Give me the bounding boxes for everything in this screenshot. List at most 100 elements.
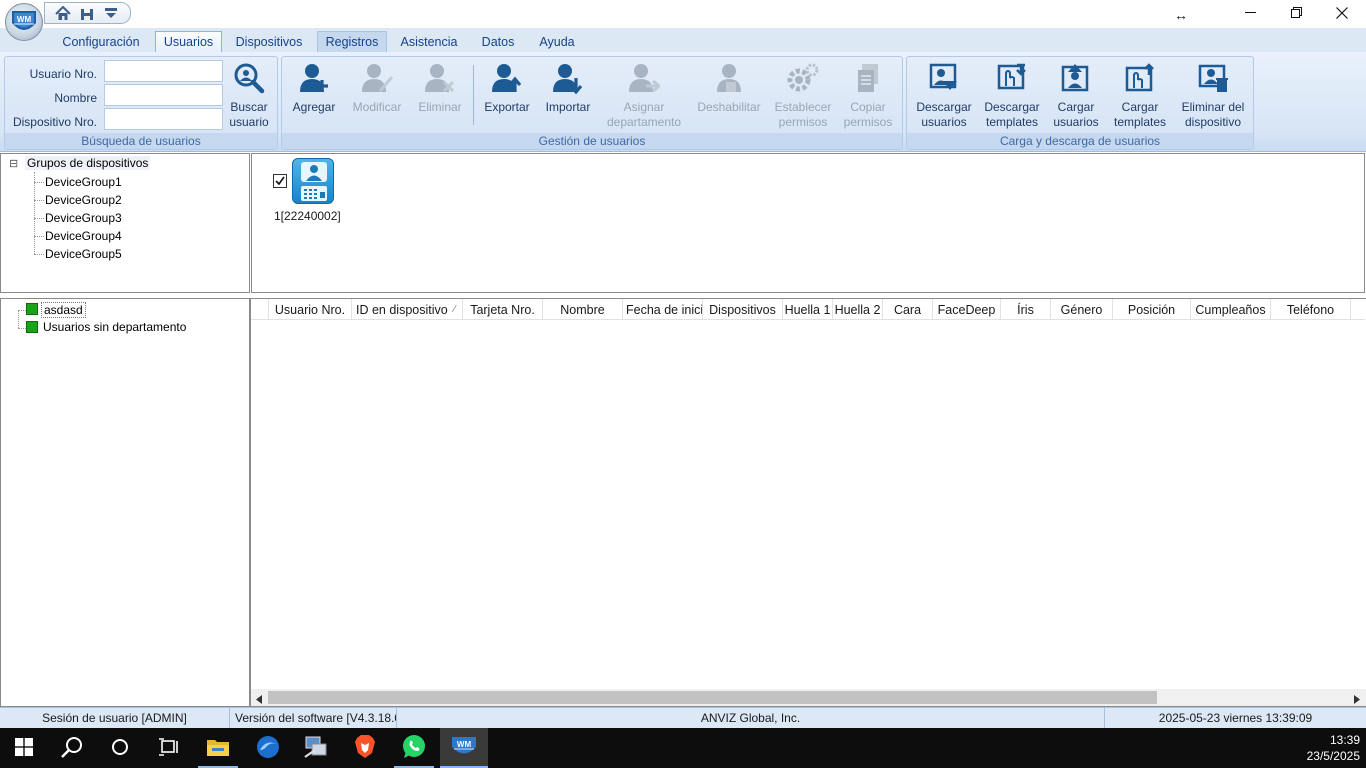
close-button[interactable]	[1319, 0, 1365, 28]
gear-icon	[786, 61, 820, 95]
column-header[interactable]: Teléfono	[1271, 299, 1351, 320]
tree-line	[18, 328, 26, 329]
delete-user-button[interactable]: Eliminar	[412, 61, 468, 133]
download-users-button[interactable]: Descargar usuarios	[913, 61, 975, 133]
column-header[interactable]: Nombre	[543, 299, 623, 320]
download-templates-button[interactable]: Descargar templates	[981, 61, 1043, 133]
row-header-corner	[251, 299, 269, 320]
copy-permissions-label: Copiar	[850, 100, 886, 114]
home-icon[interactable]	[53, 4, 73, 22]
windows-start-button[interactable]	[0, 728, 48, 768]
tab-dispositivos[interactable]: Dispositivos	[228, 31, 310, 52]
app-logo[interactable]: WM	[5, 3, 43, 41]
device-number-label: Dispositivo Nro.	[12, 115, 97, 129]
upload-users-button[interactable]: Cargar usuarios	[1047, 61, 1105, 133]
column-header[interactable]: FaceDeep	[933, 299, 1001, 320]
scrollbar-thumb[interactable]	[268, 691, 1157, 704]
brave-button[interactable]	[341, 728, 389, 768]
minimize-icon	[1244, 7, 1256, 21]
task-view-button[interactable]	[144, 728, 192, 768]
column-header[interactable]: ID en dispositivo ⁄	[352, 299, 463, 320]
tab-registros[interactable]: Registros	[317, 31, 387, 52]
device-terminal-icon[interactable]	[292, 158, 334, 204]
taskbar-clock[interactable]: 13:39 23/5/2025	[1290, 732, 1360, 764]
upload-templates-icon	[1123, 61, 1157, 95]
file-explorer-button[interactable]	[194, 728, 242, 768]
scroll-right-icon[interactable]	[1353, 693, 1361, 707]
ribbon-separator	[473, 65, 474, 125]
modify-user-button[interactable]: Modificar	[346, 61, 408, 133]
column-header[interactable]: Género	[1051, 299, 1113, 320]
search-user-button[interactable]: Buscar usuario	[225, 61, 273, 133]
search-user-label: Buscar	[230, 100, 268, 114]
column-header[interactable]: Íris	[1001, 299, 1051, 320]
copy-permissions-button[interactable]: Copiar permisos	[838, 61, 898, 133]
disable-user-button[interactable]: Deshabilitar	[692, 61, 766, 133]
device-group-item[interactable]: DeviceGroup1	[45, 175, 122, 189]
assign-department-button[interactable]: Asignar departamento	[600, 61, 688, 133]
download-templates-label-2: templates	[985, 115, 1039, 129]
user-number-input[interactable]	[104, 60, 223, 82]
column-header[interactable]: Huella 2	[833, 299, 883, 320]
add-user-button[interactable]: Agregar	[286, 61, 342, 133]
horizontal-scrollbar[interactable]	[251, 689, 1366, 706]
restore-button[interactable]	[1273, 0, 1319, 28]
device-group-item[interactable]: DeviceGroup3	[45, 211, 122, 225]
column-header[interactable]: Cumpleaños	[1191, 299, 1271, 320]
disable-user-icon	[712, 61, 746, 95]
upload-templates-button[interactable]: Cargar templates	[1109, 61, 1171, 133]
column-header[interactable]: Usuario Nro.	[269, 299, 352, 320]
title-bar: WM ↔	[0, 0, 1366, 41]
ribbon: Usuario Nro. Nombre Dispositivo Nro. Bus…	[0, 52, 1366, 152]
device-tree-root[interactable]: Grupos de dispositivos	[25, 156, 151, 170]
task-view-icon	[158, 737, 178, 759]
column-header[interactable]: Dispositivos	[703, 299, 783, 320]
network-app-button[interactable]	[292, 728, 340, 768]
delete-from-device-button[interactable]: Eliminar del dispositivo	[1177, 61, 1249, 133]
set-permissions-button[interactable]: Establecer permisos	[770, 61, 836, 133]
download-templates-icon	[995, 61, 1029, 95]
export-button[interactable]: Exportar	[478, 61, 536, 133]
device-group-item[interactable]: DeviceGroup2	[45, 193, 122, 207]
session-status: Sesión de usuario [ADMIN]	[0, 708, 230, 728]
column-header[interactable]: Fecha de inicio	[623, 299, 703, 320]
anviz-app-button[interactable]: WM	[440, 728, 488, 768]
sort-indicator-icon: ⁄	[453, 304, 456, 315]
department-color-icon	[26, 321, 38, 333]
user-grid	[250, 298, 1366, 707]
whatsapp-button[interactable]	[390, 728, 438, 768]
tab-asistencia[interactable]: Asistencia	[393, 31, 465, 52]
taskbar-search-button[interactable]	[48, 728, 96, 768]
download-users-icon	[927, 61, 961, 95]
tab-usuarios[interactable]: Usuarios	[155, 31, 222, 52]
scroll-left-icon[interactable]	[255, 693, 263, 707]
device-checkbox[interactable]	[273, 174, 287, 188]
device-group-item[interactable]: DeviceGroup4	[45, 229, 122, 243]
tree-expander-icon[interactable]: ⊟	[9, 157, 18, 170]
browser-button[interactable]	[244, 728, 292, 768]
download-users-label-2: usuarios	[921, 115, 967, 129]
department-item[interactable]: asdasd	[41, 302, 86, 318]
import-button[interactable]: Importar	[538, 61, 598, 133]
minimize-button[interactable]	[1227, 0, 1273, 28]
department-item[interactable]: Usuarios sin departamento	[43, 320, 186, 334]
upload-users-label-2: usuarios	[1053, 115, 1099, 129]
column-header[interactable]: Cara	[883, 299, 933, 320]
device-number-input[interactable]	[104, 108, 223, 130]
column-header[interactable]: Tarjeta Nro.	[463, 299, 543, 320]
column-header[interactable]: Posición	[1113, 299, 1191, 320]
column-header[interactable]: Huella 1	[783, 299, 833, 320]
tab-datos[interactable]: Datos	[472, 31, 524, 52]
cortana-button[interactable]	[96, 728, 144, 768]
device-label[interactable]: 1[22240002]	[274, 209, 341, 223]
tree-line	[34, 182, 44, 183]
users-icon[interactable]	[77, 4, 97, 22]
device-group-item[interactable]: DeviceGroup5	[45, 247, 122, 261]
tab-configuracion[interactable]: Configuración	[52, 31, 150, 52]
tab-ayuda[interactable]: Ayuda	[530, 31, 584, 52]
name-input[interactable]	[104, 84, 223, 106]
dropdown-menu-icon[interactable]	[101, 4, 121, 22]
upload-templates-label-2: templates	[1113, 115, 1167, 129]
version-status: Versión del software [V4.3.18.0	[230, 708, 397, 728]
delete-user-icon	[423, 61, 457, 95]
